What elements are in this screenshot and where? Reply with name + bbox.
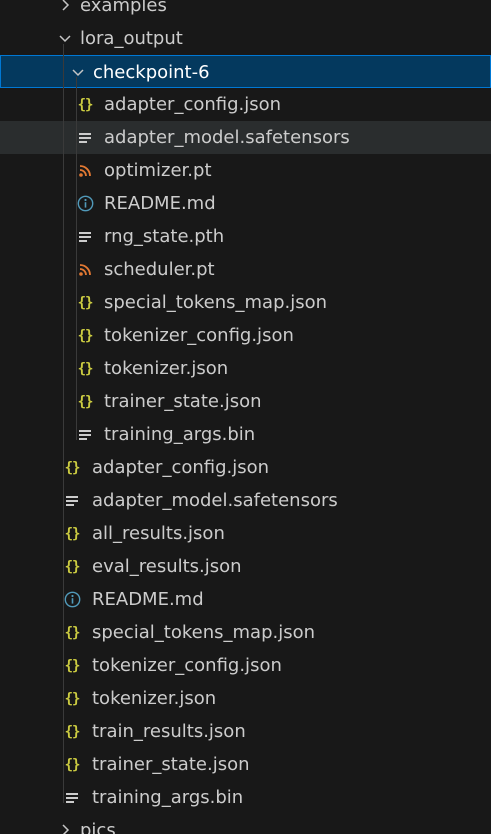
file-tokenizer-json[interactable]: {} tokenizer.json [0, 682, 491, 715]
file-training-args-bin[interactable]: training_args.bin [0, 781, 491, 814]
file-label: training_args.bin [92, 787, 244, 808]
file-label: scheduler.pt [104, 259, 215, 280]
file-tokenizer-json[interactable]: {} tokenizer.json [0, 352, 491, 385]
file-label: trainer_state.json [104, 391, 262, 412]
folder-label: checkpoint-6 [93, 62, 210, 83]
json-braces-icon: {} [77, 96, 94, 113]
file-label: tokenizer_config.json [104, 325, 294, 346]
file-explorer-tree: examples lora_output checkpoint-6 {} adapter… [0, 0, 491, 834]
json-braces-icon: {} [64, 657, 81, 674]
lines-icon [76, 121, 94, 154]
lines-icon [63, 484, 81, 517]
json-braces-icon: {} [64, 756, 81, 773]
file-label: tokenizer.json [104, 358, 229, 379]
json-braces-icon: {} [77, 393, 94, 410]
json-braces-icon: {} [77, 294, 94, 311]
indent-guide-lora-output [63, 44, 64, 803]
file-scheduler-pt[interactable]: scheduler.pt [0, 253, 491, 286]
file-optimizer-pt[interactable]: optimizer.pt [0, 154, 491, 187]
file-label: tokenizer_config.json [92, 655, 282, 676]
folder-lora-output[interactable]: lora_output [0, 22, 491, 55]
file-label: adapter_model.safetensors [92, 490, 338, 511]
file-label: eval_results.json [92, 556, 242, 577]
file-readme-md[interactable]: README.md [0, 187, 491, 220]
file-label: train_results.json [92, 721, 246, 742]
file-label: adapter_config.json [104, 94, 282, 115]
folder-label: examples [80, 0, 167, 16]
file-special-tokens-map-json[interactable]: {} special_tokens_map.json [0, 616, 491, 649]
file-special-tokens-map-json[interactable]: {} special_tokens_map.json [0, 286, 491, 319]
json-braces-icon: {} [64, 723, 81, 740]
file-label: tokenizer.json [92, 688, 217, 709]
json-braces-icon: {} [64, 558, 81, 575]
file-training-args-bin[interactable]: training_args.bin [0, 418, 491, 451]
json-braces-icon: {} [77, 360, 94, 377]
folder-pics[interactable]: pics [0, 814, 491, 834]
file-label: special_tokens_map.json [92, 622, 316, 643]
file-tokenizer-config-json[interactable]: {} tokenizer_config.json [0, 649, 491, 682]
file-eval-results-json[interactable]: {} eval_results.json [0, 550, 491, 583]
lines-icon [63, 781, 81, 814]
file-label: adapter_config.json [92, 457, 270, 478]
file-label: adapter_model.safetensors [104, 127, 350, 148]
file-label: optimizer.pt [104, 160, 212, 181]
file-label: special_tokens_map.json [104, 292, 328, 313]
file-adapter-config-json[interactable]: {} adapter_config.json [0, 451, 491, 484]
file-adapter-model-safetensors[interactable]: adapter_model.safetensors [0, 121, 491, 154]
lines-icon [76, 220, 94, 253]
json-braces-icon: {} [64, 525, 81, 542]
json-braces-icon: {} [64, 624, 81, 641]
chevron-down-icon[interactable] [70, 64, 86, 80]
file-adapter-model-safetensors[interactable]: adapter_model.safetensors [0, 484, 491, 517]
info-icon [76, 187, 94, 220]
lines-icon [76, 418, 94, 451]
file-label: training_args.bin [104, 424, 256, 445]
file-rng-state-pth[interactable]: rng_state.pth [0, 220, 491, 253]
json-braces-icon: {} [77, 327, 94, 344]
rss-icon [76, 253, 94, 286]
file-label: all_results.json [92, 523, 225, 544]
folder-checkpoint-6[interactable]: checkpoint-6 [0, 55, 491, 88]
rss-icon [76, 154, 94, 187]
chevron-right-icon[interactable] [57, 0, 73, 13]
file-label: rng_state.pth [104, 226, 225, 247]
file-label: README.md [92, 589, 204, 610]
folder-label: pics [80, 820, 116, 834]
file-readme-md[interactable]: README.md [0, 583, 491, 616]
json-braces-icon: {} [64, 690, 81, 707]
folder-label: lora_output [80, 28, 183, 49]
file-tokenizer-config-json[interactable]: {} tokenizer_config.json [0, 319, 491, 352]
file-label: trainer_state.json [92, 754, 250, 775]
file-all-results-json[interactable]: {} all_results.json [0, 517, 491, 550]
file-trainer-state-json[interactable]: {} trainer_state.json [0, 385, 491, 418]
file-train-results-json[interactable]: {} train_results.json [0, 715, 491, 748]
file-label: README.md [104, 193, 216, 214]
chevron-right-icon[interactable] [57, 822, 73, 834]
indent-guide-checkpoint [76, 77, 77, 440]
chevron-down-icon[interactable] [57, 30, 73, 46]
file-trainer-state-json[interactable]: {} trainer_state.json [0, 748, 491, 781]
json-braces-icon: {} [64, 459, 81, 476]
info-icon [63, 583, 81, 616]
file-adapter-config-json[interactable]: {} adapter_config.json [0, 88, 491, 121]
folder-examples[interactable]: examples [0, 0, 491, 22]
